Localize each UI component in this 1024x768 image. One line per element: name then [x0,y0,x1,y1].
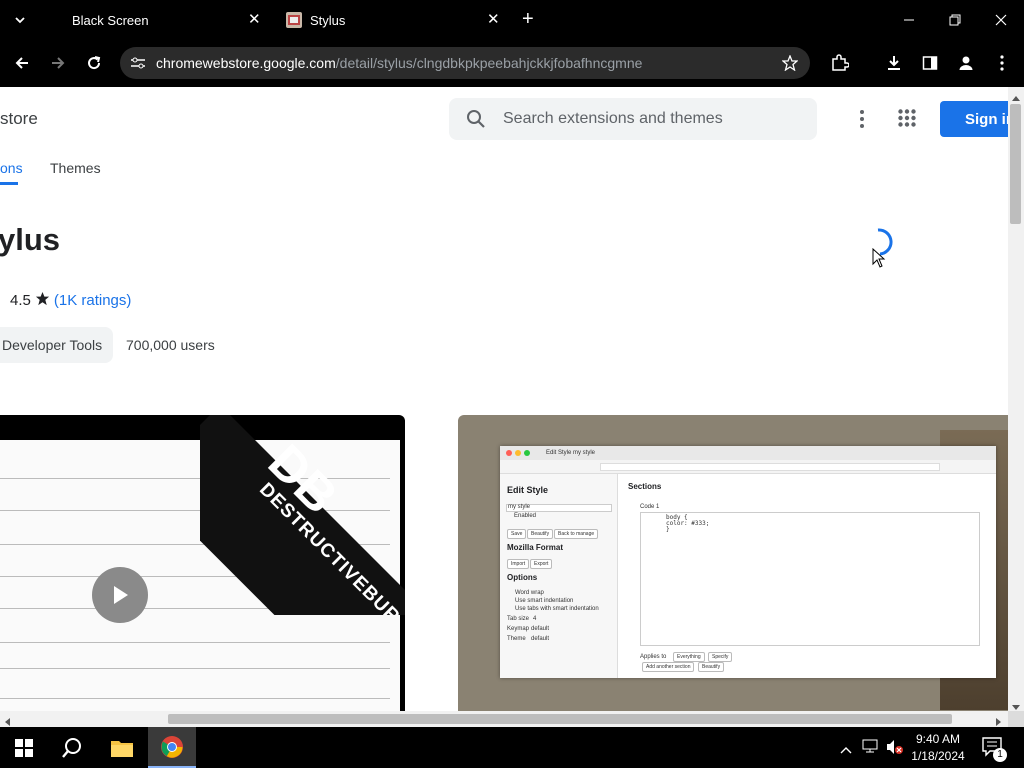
clock[interactable]: 9:40 AM 1/18/2024 [905,731,971,765]
ss-beautify-button: Beautify [698,662,725,672]
extension-title: ylus [0,222,61,257]
url-domain: chromewebstore.google.com [156,55,336,71]
horizontal-scroll-thumb[interactable] [168,714,952,724]
more-options-icon[interactable] [852,107,872,131]
ss-beautify-button: Beautify [527,529,554,539]
tab-themes[interactable]: Themes [50,160,101,176]
ss-enabled: Enabled [514,513,537,519]
ss-keymap-label: Keymap [507,626,530,632]
reload-icon[interactable] [78,47,110,79]
ss-export-button: Export [530,559,553,569]
side-panel-icon[interactable] [914,47,946,79]
windows-start-icon[interactable] [0,727,48,768]
mouse-cursor-icon [872,247,886,273]
google-apps-icon[interactable] [898,109,916,132]
search-icon [449,109,503,129]
back-arrow-icon[interactable] [6,47,38,79]
ratings-link[interactable]: (1K ratings) [54,292,132,309]
rating-value: 4.5 [10,292,31,309]
ss-theme-label: Theme [507,636,526,642]
ss-option: Use tabs with smart indentation [515,606,599,612]
ss-option: Word wrap [515,590,544,596]
screenshot-editor-window: Edit Style my style Edit Style my style … [500,446,996,678]
ss-import-button: Import [507,559,530,569]
profile-icon[interactable] [950,47,982,79]
ss-sections-title: Sections [628,482,662,491]
clock-time: 9:40 AM [915,732,961,746]
ss-keymap-value: default [531,626,550,632]
ss-applies-to: Applies to [640,654,667,660]
close-tab-icon[interactable]: ✕ [248,10,261,28]
network-icon[interactable] [862,739,880,758]
notification-count-badge: 1 [993,748,1007,762]
ss-code-line: } [666,526,670,533]
file-explorer-icon[interactable] [98,727,146,768]
clock-date: 1/18/2024 [911,749,965,763]
ss-tab-size-label: Tab size [507,616,530,622]
stylus-favicon-icon [286,12,302,28]
ss-back-button: Back to manage [554,529,599,539]
ss-options-title: Options [507,573,538,582]
store-label[interactable]: store [0,109,38,129]
ss-style-name: my style [508,504,531,510]
destructiveburn-logo: DESTRUCTIVEBURN DB [200,415,405,615]
users-count: 700,000 users [126,337,215,353]
ss-edit-style: Edit Style [507,485,549,495]
minimize-icon[interactable] [886,0,932,40]
new-tab-icon[interactable]: + [522,9,534,29]
ss-code-line: color: #333; [666,520,710,527]
close-window-icon[interactable] [978,0,1024,40]
ss-window-tab: Edit Style my style [546,450,596,456]
tab-black-screen[interactable]: Black Screen [60,0,276,40]
download-icon[interactable] [878,47,910,79]
search-input[interactable]: Search extensions and themes [449,98,817,140]
active-tab-indicator [0,182,18,185]
search-placeholder: Search extensions and themes [503,110,723,127]
ss-option: Use smart indentation [515,598,574,604]
close-tab-icon[interactable]: ✕ [487,10,500,28]
rating-row: 4.5 (1K ratings) [10,291,131,310]
star-icon [35,291,50,310]
ss-tab-size-value: 4 [533,616,537,622]
ss-add-section-button: Add another section [642,662,695,672]
restore-icon[interactable] [932,0,978,40]
show-hidden-icons-icon[interactable] [840,741,852,759]
play-button[interactable] [92,567,148,623]
tab-search-icon[interactable] [4,4,36,36]
ss-mozilla-format: Mozilla Format [507,543,564,552]
tab-title-active: Stylus [310,12,346,28]
forward-arrow-icon[interactable] [42,47,74,79]
ss-everything-button: Everything [673,652,705,662]
site-info-icon[interactable] [120,56,156,70]
extensions-puzzle-icon[interactable] [824,47,856,79]
volume-muted-icon[interactable] [886,739,904,760]
bookmark-star-icon[interactable] [774,47,806,79]
vertical-scroll-thumb[interactable] [1010,104,1021,224]
ss-specify-button: Specify [708,652,733,662]
address-bar[interactable]: chromewebstore.google.com/detail/stylus/… [120,47,810,79]
category-chip[interactable]: Developer Tools [0,327,113,363]
search-taskbar-icon[interactable] [48,727,96,768]
tab-title: Black Screen [72,12,149,28]
chrome-taskbar-icon[interactable] [148,727,196,768]
chrome-menu-icon[interactable] [986,47,1018,79]
ss-theme-value: default [531,636,550,642]
tab-extensions[interactable]: ons [0,160,23,176]
url-path: /detail/stylus/clngdbkpkpeebahjckkjfobaf… [335,55,643,71]
ss-code-label: Code 1 [640,504,660,510]
ss-save-button: Save [507,529,527,539]
scrollbar-corner [1008,711,1024,727]
